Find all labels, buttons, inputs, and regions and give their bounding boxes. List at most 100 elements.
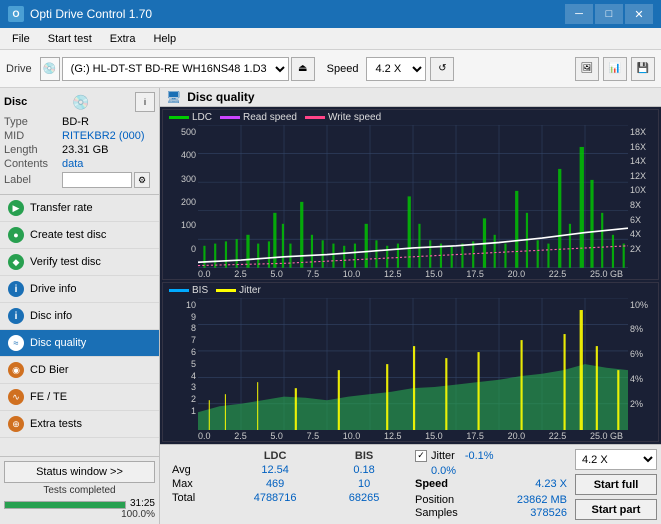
status-text: Tests completed xyxy=(4,485,155,496)
nav-icon-fe-te: ∿ xyxy=(8,389,24,405)
disc-info-button[interactable]: i xyxy=(135,92,155,112)
total-ldc: 4788716 xyxy=(225,491,325,505)
drive-select[interactable]: (G:) HL-DT-ST BD-RE WH16NS48 1.D3 xyxy=(62,57,289,81)
nav-icon-extra-tests: ⊕ xyxy=(8,416,24,432)
legend-write-text: Write speed xyxy=(328,112,381,123)
chart2-legend: BIS Jitter xyxy=(163,283,658,298)
nav-icon-cd-bier: ◉ xyxy=(8,362,24,378)
legend-write-speed: Write speed xyxy=(305,112,381,123)
chart2-x-axis: 0.02.55.07.510.0 12.515.017.520.022.525.… xyxy=(163,430,658,441)
legend-read-text: Read speed xyxy=(243,112,297,123)
disc-mid-label: MID xyxy=(4,130,62,142)
status-window-button[interactable]: Status window >> xyxy=(4,461,155,483)
disc-label-input[interactable] xyxy=(62,172,132,188)
max-bis: 10 xyxy=(325,477,403,491)
legend-read-color xyxy=(220,116,240,119)
chart1-x-axis: 0.02.55.07.510.0 12.515.017.520.022.525.… xyxy=(163,268,658,279)
maximize-button[interactable]: □ xyxy=(595,4,623,24)
disc-contents-label: Contents xyxy=(4,158,62,170)
sidebar: Disc 💿 i Type BD-R MID RITEKBR2 (000) Le… xyxy=(0,88,160,524)
disc-icon: 💿 xyxy=(72,94,89,111)
nav-fe-te[interactable]: ∿ FE / TE xyxy=(0,384,159,411)
disc-contents-value: data xyxy=(62,158,83,170)
legend-jitter-text: Jitter xyxy=(239,285,261,296)
legend-jitter-color xyxy=(216,289,236,292)
disc-contents-row: Contents data xyxy=(4,158,155,170)
legend-bis-text: BIS xyxy=(192,285,208,296)
legend-ldc: LDC xyxy=(169,112,212,123)
chart1-y-axis: 500 400 300 200 100 0 xyxy=(163,125,198,268)
col-bis: BIS xyxy=(325,449,403,463)
jitter-checkbox[interactable]: ✓ xyxy=(415,450,427,462)
disc-type-row: Type BD-R xyxy=(4,116,155,128)
title-bar-controls: ─ □ ✕ xyxy=(565,4,653,24)
col-ldc: LDC xyxy=(225,449,325,463)
jitter-label: Jitter xyxy=(431,450,455,462)
nav-cd-bier[interactable]: ◉ CD Bier xyxy=(0,357,159,384)
disc-title: Disc xyxy=(4,96,27,108)
legend-ldc-text: LDC xyxy=(192,112,212,123)
disc-quality-header: 🖥 Disc quality xyxy=(160,88,661,107)
app-icon: O xyxy=(8,6,24,22)
progress-percent: 100.0% xyxy=(4,509,155,520)
title-bar-left: O Opti Drive Control 1.70 xyxy=(8,6,152,22)
menu-help[interactable]: Help xyxy=(145,31,184,47)
chart1-wrapper: 500 400 300 200 100 0 xyxy=(163,125,658,268)
nav-drive-info[interactable]: i Drive info xyxy=(0,276,159,303)
legend-jitter: Jitter xyxy=(216,285,261,296)
nav-verify-test[interactable]: ◆ Verify test disc xyxy=(0,249,159,276)
chart1-svg xyxy=(198,125,628,268)
nav-disc-quality[interactable]: ≈ Disc quality xyxy=(0,330,159,357)
save-button[interactable]: 💾 xyxy=(631,57,655,81)
total-label: Total xyxy=(168,491,225,505)
nav-transfer-rate[interactable]: ▶ Transfer rate xyxy=(0,195,159,222)
chart2-svg xyxy=(198,298,628,430)
avg-jitter: -0.1% xyxy=(465,450,494,462)
disc-type-label: Type xyxy=(4,116,62,128)
progress-bar-fill xyxy=(5,502,125,508)
speed-dropdown-area: 4.2 X Start full Start part xyxy=(571,445,661,524)
status-bar: Status window >> Tests completed 31:25 1… xyxy=(0,456,159,524)
chart2-y-axis-right: 10% 8% 6% 4% 2% xyxy=(628,298,658,430)
avg-ldc: 12.54 xyxy=(225,463,325,477)
disc-label-button[interactable]: ⚙ xyxy=(134,172,150,188)
position-value: 23862 MB xyxy=(517,494,567,506)
button2[interactable]: 📊 xyxy=(603,57,627,81)
menu-bar: File Start test Extra Help xyxy=(0,28,661,50)
disc-length-value: 23.31 GB xyxy=(62,144,108,156)
stats-speed-select[interactable]: 4.2 X xyxy=(575,449,657,470)
stats-jitter-panel: ✓ Jitter -0.1% 0.0% Speed 4.23 X Positio… xyxy=(411,445,571,524)
position-label: Position xyxy=(415,494,454,506)
legend-ldc-color xyxy=(169,116,189,119)
speed-label: Speed xyxy=(327,63,359,75)
close-button[interactable]: ✕ xyxy=(625,4,653,24)
menu-start-test[interactable]: Start test xyxy=(40,31,100,47)
max-label: Max xyxy=(168,477,225,491)
start-full-button[interactable]: Start full xyxy=(575,474,657,495)
stats-bar: LDC BIS Avg 12.54 0.18 Max 469 10 xyxy=(160,444,661,524)
start-part-button[interactable]: Start part xyxy=(575,499,657,520)
nav-create-test[interactable]: ● Create test disc xyxy=(0,222,159,249)
samples-value: 378526 xyxy=(530,507,567,519)
minimize-button[interactable]: ─ xyxy=(565,4,593,24)
main-layout: Disc 💿 i Type BD-R MID RITEKBR2 (000) Le… xyxy=(0,88,661,524)
content-area: 🖥 Disc quality LDC Read speed xyxy=(160,88,661,524)
drive-icon: 💿 xyxy=(40,57,60,81)
eject-button[interactable]: ⏏ xyxy=(291,57,315,81)
position-row: Position 23862 MB xyxy=(415,494,567,506)
speed-select[interactable]: 4.2 X xyxy=(366,57,426,81)
refresh-button[interactable]: ↺ xyxy=(430,57,454,81)
progress-bar xyxy=(4,501,126,509)
chart-bis: BIS Jitter 10 9 8 7 6 5 4 xyxy=(162,282,659,442)
chart2-y-axis: 10 9 8 7 6 5 4 3 2 1 xyxy=(163,298,198,430)
app-title: Opti Drive Control 1.70 xyxy=(30,7,152,21)
chart-ldc: LDC Read speed Write speed 500 400 xyxy=(162,109,659,280)
nav-disc-info[interactable]: i Disc info xyxy=(0,303,159,330)
disc-mid-value: RITEKBR2 (000) xyxy=(62,130,145,142)
button1[interactable]: 🖼 xyxy=(575,57,599,81)
chart2-wrapper: 10 9 8 7 6 5 4 3 2 1 xyxy=(163,298,658,430)
nav-extra-tests[interactable]: ⊕ Extra tests xyxy=(0,411,159,438)
menu-extra[interactable]: Extra xyxy=(102,31,144,47)
menu-file[interactable]: File xyxy=(4,31,38,47)
avg-bis: 0.18 xyxy=(325,463,403,477)
